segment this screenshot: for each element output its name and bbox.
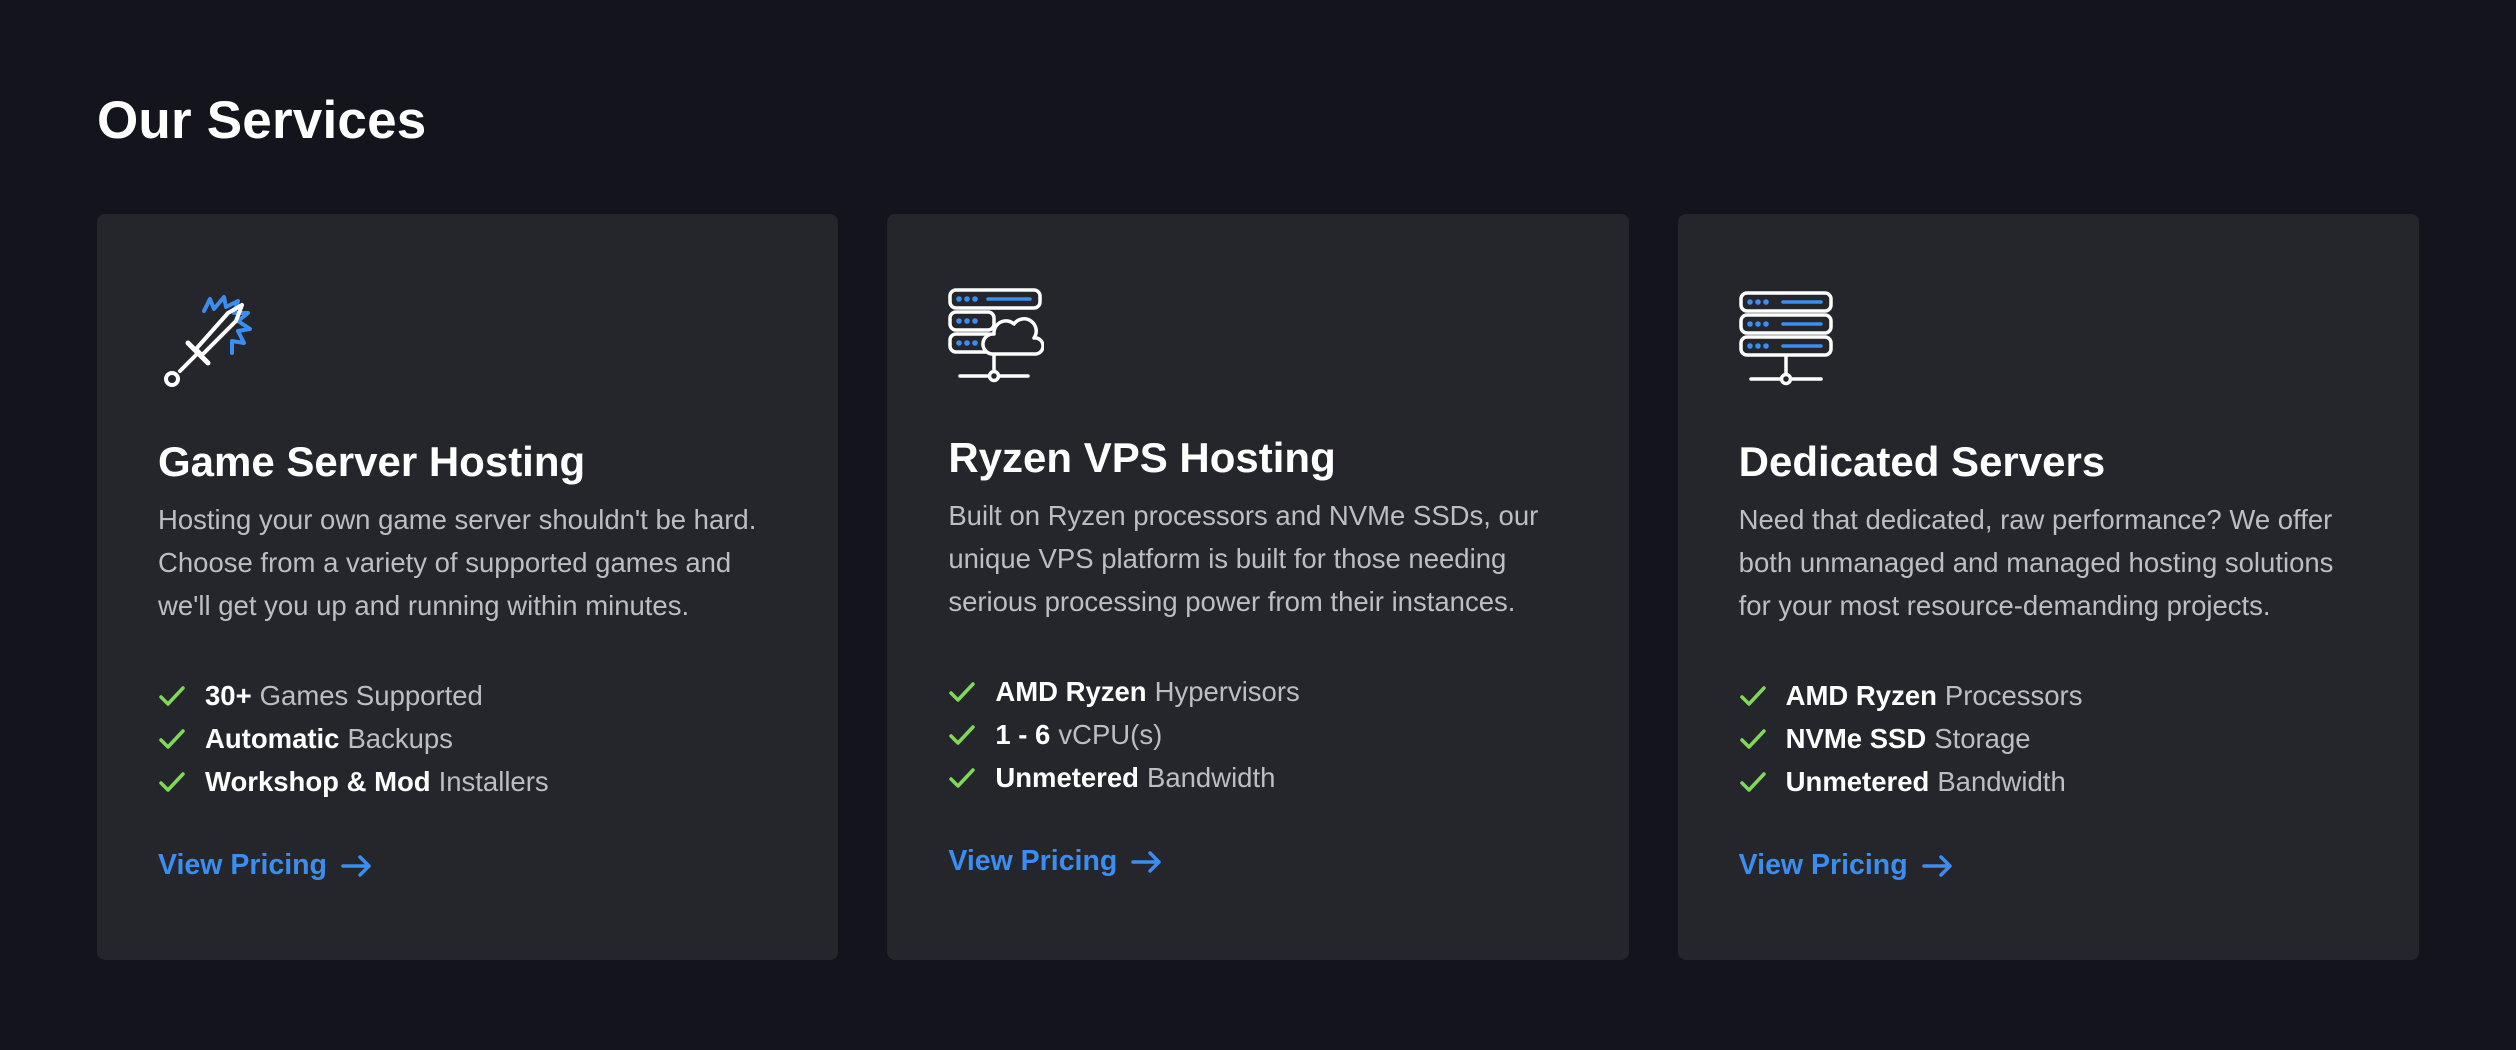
- view-pricing-label: View Pricing: [158, 849, 327, 881]
- cloud-server-icon: [948, 288, 1045, 384]
- feature-item: Unmetered Bandwidth: [948, 756, 1573, 799]
- check-icon: [949, 681, 976, 702]
- service-card-game-server: Game Server Hosting Hosting your own gam…: [97, 214, 839, 960]
- feature-highlight: Automatic: [205, 722, 340, 754]
- card-title: Game Server Hosting: [158, 438, 586, 485]
- check-icon: [159, 728, 185, 749]
- view-pricing-link[interactable]: View Pricing: [158, 849, 373, 882]
- feature-highlight: Unmetered: [995, 761, 1139, 793]
- feature-text: Processors: [1944, 679, 2083, 711]
- feature-text: Storage: [1934, 722, 2031, 754]
- card-description: Need that dedicated, raw performance? We…: [1738, 504, 2334, 621]
- feature-text: Backups: [347, 722, 453, 754]
- feature-highlight: Workshop & Mod: [205, 765, 431, 797]
- feature-highlight: 30+: [205, 679, 252, 711]
- check-icon: [1739, 685, 1766, 706]
- feature-highlight: NVMe SSD: [1785, 722, 1927, 754]
- arrow-right-icon: [341, 854, 371, 877]
- check-icon: [1739, 728, 1766, 749]
- feature-list: 30+ Games Supported Automatic Backups Wo…: [158, 674, 783, 803]
- feature-text: Bandwidth: [1146, 761, 1276, 793]
- arrow-right-icon: [1921, 854, 1952, 877]
- check-icon: [949, 767, 976, 788]
- feature-list: AMD Ryzen Hypervisors 1 - 6 vCPU(s) Unme…: [948, 670, 1573, 799]
- card-description: Hosting your own game server shouldn't b…: [158, 504, 757, 621]
- feature-item: AMD Ryzen Hypervisors: [948, 670, 1573, 713]
- feature-item: Automatic Backups: [158, 717, 783, 760]
- feature-highlight: 1 - 6: [995, 718, 1051, 750]
- view-pricing-label: View Pricing: [948, 845, 1118, 877]
- feature-list: AMD Ryzen Processors NVMe SSD Storage Un…: [1739, 674, 2364, 803]
- view-pricing-link[interactable]: View Pricing: [1739, 849, 1954, 882]
- feature-text: Bandwidth: [1937, 765, 2066, 797]
- feature-text: Hypervisors: [1154, 675, 1300, 707]
- service-cards: Game Server Hosting Hosting your own gam…: [97, 214, 2419, 960]
- feature-item: Workshop & Mod Installers: [158, 760, 783, 803]
- sword-icon: [158, 291, 254, 387]
- feature-highlight: AMD Ryzen: [1785, 679, 1937, 711]
- services-section: Our Services Game Server Hosting Hosting…: [0, 0, 2516, 1050]
- check-icon: [1739, 771, 1766, 792]
- service-card-ryzen-vps: Ryzen VPS Hosting Built on Ryzen process…: [887, 214, 1629, 960]
- card-title: Ryzen VPS Hosting: [948, 434, 1336, 481]
- view-pricing-link[interactable]: View Pricing: [948, 845, 1163, 878]
- feature-text: Games Supported: [259, 679, 483, 711]
- check-icon: [159, 685, 185, 706]
- arrow-right-icon: [1131, 850, 1162, 873]
- feature-highlight: AMD Ryzen: [995, 675, 1147, 707]
- view-pricing-label: View Pricing: [1738, 849, 1908, 881]
- feature-item: 1 - 6 vCPU(s): [948, 713, 1573, 756]
- section-title: Our Services: [97, 91, 427, 150]
- feature-highlight: Unmetered: [1785, 765, 1930, 797]
- feature-text: vCPU(s): [1058, 718, 1163, 750]
- check-icon: [159, 771, 185, 792]
- card-title: Dedicated Servers: [1738, 438, 2106, 485]
- card-description: Built on Ryzen processors and NVMe SSDs,…: [948, 500, 1539, 617]
- server-rack-icon: [1738, 291, 1835, 387]
- feature-item: 30+ Games Supported: [158, 674, 783, 717]
- feature-text: Installers: [438, 765, 549, 797]
- feature-item: AMD Ryzen Processors: [1739, 674, 2364, 717]
- feature-item: Unmetered Bandwidth: [1739, 760, 2364, 803]
- check-icon: [949, 724, 976, 745]
- feature-item: NVMe SSD Storage: [1739, 717, 2364, 760]
- service-card-dedicated: Dedicated Servers Need that dedicated, r…: [1677, 214, 2419, 960]
